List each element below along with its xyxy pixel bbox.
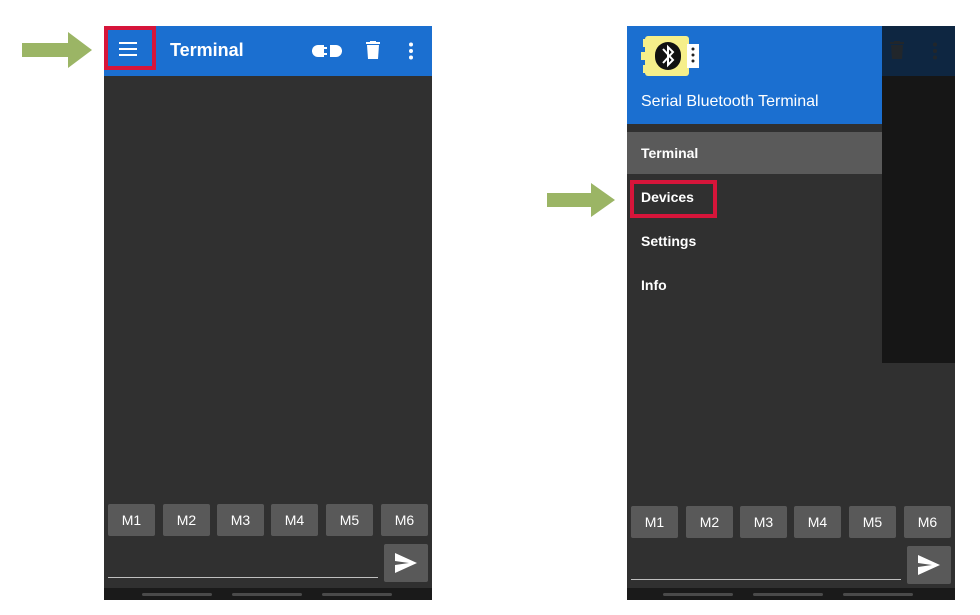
macro-button-m2[interactable]: M2 [686,506,733,538]
nav-pill [322,593,392,596]
drawer-scrim[interactable] [882,76,955,363]
nav-pill [843,593,913,596]
highlight-box [630,180,717,218]
macro-button-m6[interactable]: M6 [381,504,428,536]
nav-pill [663,593,733,596]
macro-buttons: M1 M2 M3 M4 M5 M6 [627,506,955,538]
tutorial-page: Terminal M1 M2 M3 M4 M5 M6 Serial Blueto… [0,0,980,615]
bluetooth-serial-logo-icon [641,36,699,76]
connect-icon[interactable] [312,42,342,60]
nav-pill [753,593,823,596]
macro-button-m5[interactable]: M5 [326,504,373,536]
navigation-drawer: Serial Bluetooth Terminal Terminal Devic… [627,26,882,504]
send-icon [395,553,417,573]
drawer-open-screen: Serial Bluetooth Terminal Terminal Devic… [627,26,955,600]
more-vert-icon[interactable] [408,42,414,60]
drawer-app-name: Serial Bluetooth Terminal [641,93,819,110]
macro-button-m5[interactable]: M5 [849,506,896,538]
drawer-item-terminal[interactable]: Terminal [627,132,882,174]
nav-pill [232,593,302,596]
send-input[interactable] [631,579,901,580]
pointer-arrow-icon [547,183,615,217]
page-title: Terminal [170,40,244,60]
send-button[interactable] [907,546,951,584]
macro-button-m4[interactable]: M4 [794,506,841,538]
send-icon [918,555,940,575]
send-button[interactable] [384,544,428,582]
pointer-arrow-icon [22,32,92,68]
macro-button-m4[interactable]: M4 [271,504,318,536]
macro-button-m3[interactable]: M3 [740,506,787,538]
highlight-box [104,26,156,70]
drawer-item-settings[interactable]: Settings [627,220,882,262]
drawer-item-info[interactable]: Info [627,264,882,306]
terminal-screen: Terminal M1 M2 M3 M4 M5 M6 [104,26,432,600]
trash-icon[interactable] [366,41,380,59]
system-nav-bar [627,588,955,600]
drawer-header: Serial Bluetooth Terminal [627,26,882,124]
macro-button-m1[interactable]: M1 [631,506,678,538]
send-input[interactable] [108,577,378,578]
macro-button-m2[interactable]: M2 [163,504,210,536]
macro-button-m1[interactable]: M1 [108,504,155,536]
system-nav-bar [104,588,432,600]
nav-pill [142,593,212,596]
macro-buttons: M1 M2 M3 M4 M5 M6 [104,504,432,536]
macro-button-m3[interactable]: M3 [217,504,264,536]
macro-button-m6[interactable]: M6 [904,506,951,538]
